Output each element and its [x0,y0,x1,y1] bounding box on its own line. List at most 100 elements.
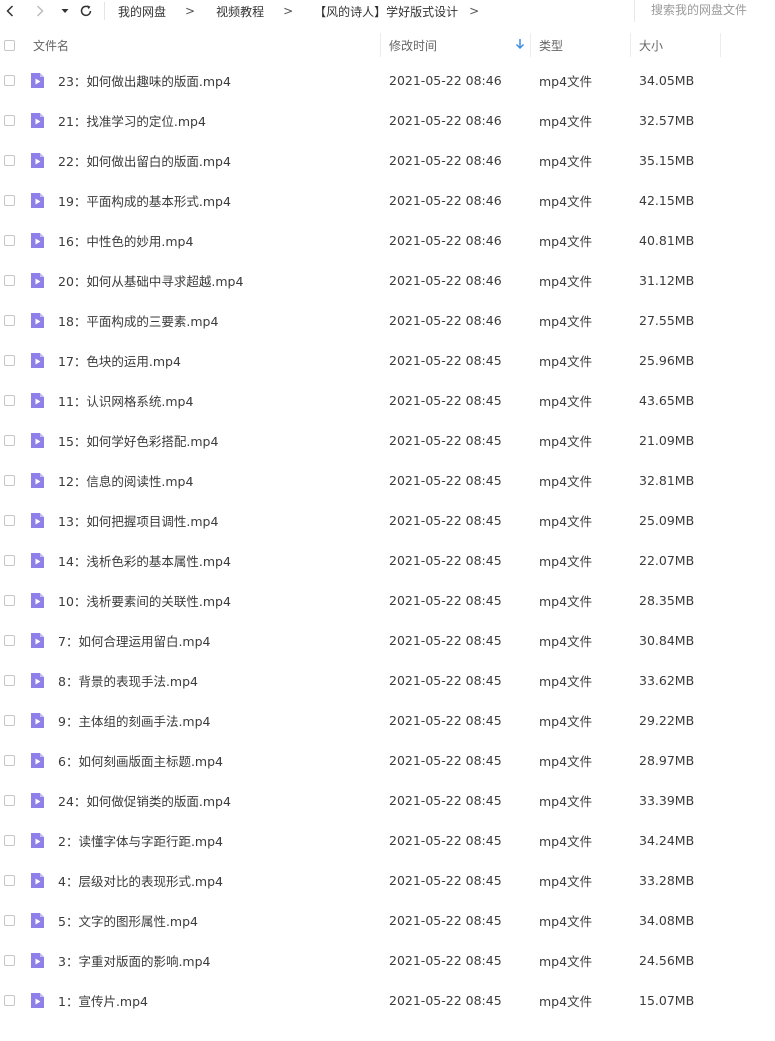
column-header-size[interactable]: 大小 [639,30,663,60]
checkbox[interactable] [4,754,15,766]
checkbox[interactable] [4,114,15,126]
breadcrumb-item-my-drive[interactable]: 我的网盘 [118,3,166,20]
column-header-type[interactable]: 类型 [539,30,563,60]
row-checkbox[interactable] [4,460,15,500]
file-row[interactable]: 7：如何合理运用留白.mp4 2021-05-22 08:45 mp4文件 30.84… [0,620,775,660]
row-checkbox[interactable] [4,700,15,740]
row-checkbox[interactable] [4,820,15,860]
checkbox[interactable] [4,794,15,806]
file-name[interactable]: 6：如何刻画版面主标题.mp4 [58,740,223,780]
file-name[interactable]: 16：中性色的妙用.mp4 [58,220,193,260]
file-row[interactable]: 5：文字的图形属性.mp4 2021-05-22 08:45 mp4文件 34.08M… [0,900,775,940]
row-checkbox[interactable] [4,420,15,460]
file-name[interactable]: 21：找准学习的定位.mp4 [58,100,206,140]
file-row[interactable]: 8：背景的表现手法.mp4 2021-05-22 08:45 mp4文件 33.62M… [0,660,775,700]
checkbox[interactable] [4,834,15,846]
file-name[interactable]: 13：如何把握项目调性.mp4 [58,500,218,540]
row-checkbox[interactable] [4,60,15,100]
file-row[interactable]: 17：色块的运用.mp4 2021-05-22 08:45 mp4文件 25.96MB [0,340,775,380]
row-checkbox[interactable] [4,860,15,900]
checkbox[interactable] [4,514,15,526]
file-row[interactable]: 19：平面构成的基本形式.mp4 2021-05-22 08:46 mp4文件 42.… [0,180,775,220]
row-checkbox[interactable] [4,500,15,540]
row-checkbox[interactable] [4,540,15,580]
checkbox[interactable] [4,39,15,51]
chevron-right-icon[interactable] [32,1,48,21]
file-name[interactable]: 1：宣传片.mp4 [58,980,148,1020]
file-row[interactable]: 18：平面构成的三要素.mp4 2021-05-22 08:46 mp4文件 27.5… [0,300,775,340]
file-row[interactable]: 9：主体组的刻画手法.mp4 2021-05-22 08:45 mp4文件 29.22… [0,700,775,740]
caret-down-icon[interactable] [58,1,72,21]
row-checkbox[interactable] [4,340,15,380]
file-name[interactable]: 15：如何学好色彩搭配.mp4 [58,420,218,460]
file-name[interactable]: 10：浅析要素间的关联性.mp4 [58,580,231,620]
file-name[interactable]: 4：层级对比的表现形式.mp4 [58,860,223,900]
checkbox[interactable] [4,74,15,86]
column-divider[interactable] [720,33,721,57]
checkbox[interactable] [4,234,15,246]
column-divider[interactable] [530,33,531,57]
file-row[interactable]: 22：如何做出留白的版面.mp4 2021-05-22 08:46 mp4文件 35.… [0,140,775,180]
chevron-left-icon[interactable] [2,1,18,21]
row-checkbox[interactable] [4,900,15,940]
checkbox[interactable] [4,994,15,1006]
file-name[interactable]: 23：如何做出趣味的版面.mp4 [58,60,231,100]
row-checkbox[interactable] [4,180,15,220]
file-row[interactable]: 6：如何刻画版面主标题.mp4 2021-05-22 08:45 mp4文件 28.9… [0,740,775,780]
file-name[interactable]: 22：如何做出留白的版面.mp4 [58,140,231,180]
row-checkbox[interactable] [4,140,15,180]
file-name[interactable]: 11：认识网格系统.mp4 [58,380,193,420]
file-name[interactable]: 14：浅析色彩的基本属性.mp4 [58,540,231,580]
checkbox[interactable] [4,874,15,886]
file-row[interactable]: 12：信息的阅读性.mp4 2021-05-22 08:45 mp4文件 32.81M… [0,460,775,500]
arrow-down-icon[interactable] [515,38,525,53]
breadcrumb-separator[interactable]: > [469,4,479,18]
file-name[interactable]: 24：如何做促销类的版面.mp4 [58,780,231,820]
row-checkbox[interactable] [4,660,15,700]
file-row[interactable]: 16：中性色的妙用.mp4 2021-05-22 08:46 mp4文件 40.81M… [0,220,775,260]
column-header-name[interactable]: 文件名 [33,30,69,60]
breadcrumb-item-video-tutorials[interactable]: 视频教程 [216,3,264,20]
file-name[interactable]: 8：背景的表现手法.mp4 [58,660,198,700]
file-row[interactable]: 13：如何把握项目调性.mp4 2021-05-22 08:45 mp4文件 25.0… [0,500,775,540]
file-row[interactable]: 24：如何做促销类的版面.mp4 2021-05-22 08:45 mp4文件 33.… [0,780,775,820]
file-row[interactable]: 3：字重对版面的影响.mp4 2021-05-22 08:45 mp4文件 24.56… [0,940,775,980]
row-checkbox[interactable] [4,740,15,780]
checkbox[interactable] [4,394,15,406]
column-header-modified[interactable]: 修改时间 [389,30,437,60]
checkbox[interactable] [4,954,15,966]
column-divider[interactable] [630,33,631,57]
column-divider[interactable] [380,33,381,57]
file-row[interactable]: 15：如何学好色彩搭配.mp4 2021-05-22 08:45 mp4文件 21.0… [0,420,775,460]
checkbox[interactable] [4,554,15,566]
checkbox[interactable] [4,194,15,206]
file-name[interactable]: 12：信息的阅读性.mp4 [58,460,193,500]
file-name[interactable]: 7：如何合理运用留白.mp4 [58,620,211,660]
checkbox[interactable] [4,154,15,166]
file-row[interactable]: 20：如何从基础中寻求超越.mp4 2021-05-22 08:46 mp4文件 31… [0,260,775,300]
refresh-icon[interactable] [77,1,95,21]
file-row[interactable]: 23：如何做出趣味的版面.mp4 2021-05-22 08:46 mp4文件 34.… [0,60,775,100]
checkbox[interactable] [4,434,15,446]
row-checkbox[interactable] [4,300,15,340]
checkbox[interactable] [4,354,15,366]
checkbox[interactable] [4,274,15,286]
checkbox[interactable] [4,634,15,646]
checkbox[interactable] [4,674,15,686]
file-row[interactable]: 10：浅析要素间的关联性.mp4 2021-05-22 08:45 mp4文件 28.… [0,580,775,620]
row-checkbox[interactable] [4,220,15,260]
file-row[interactable]: 14：浅析色彩的基本属性.mp4 2021-05-22 08:45 mp4文件 22.… [0,540,775,580]
checkbox[interactable] [4,914,15,926]
row-checkbox[interactable] [4,580,15,620]
search-input[interactable] [635,0,775,20]
row-checkbox[interactable] [4,380,15,420]
row-checkbox[interactable] [4,260,15,300]
file-name[interactable]: 18：平面构成的三要素.mp4 [58,300,218,340]
file-row[interactable]: 21：找准学习的定位.mp4 2021-05-22 08:46 mp4文件 32.57… [0,100,775,140]
row-checkbox[interactable] [4,780,15,820]
file-row[interactable]: 2：读懂字体与字距行距.mp4 2021-05-22 08:45 mp4文件 34.2… [0,820,775,860]
file-name[interactable]: 3：字重对版面的影响.mp4 [58,940,211,980]
file-name[interactable]: 19：平面构成的基本形式.mp4 [58,180,231,220]
select-all-checkbox[interactable] [4,30,15,60]
row-checkbox[interactable] [4,980,15,1020]
